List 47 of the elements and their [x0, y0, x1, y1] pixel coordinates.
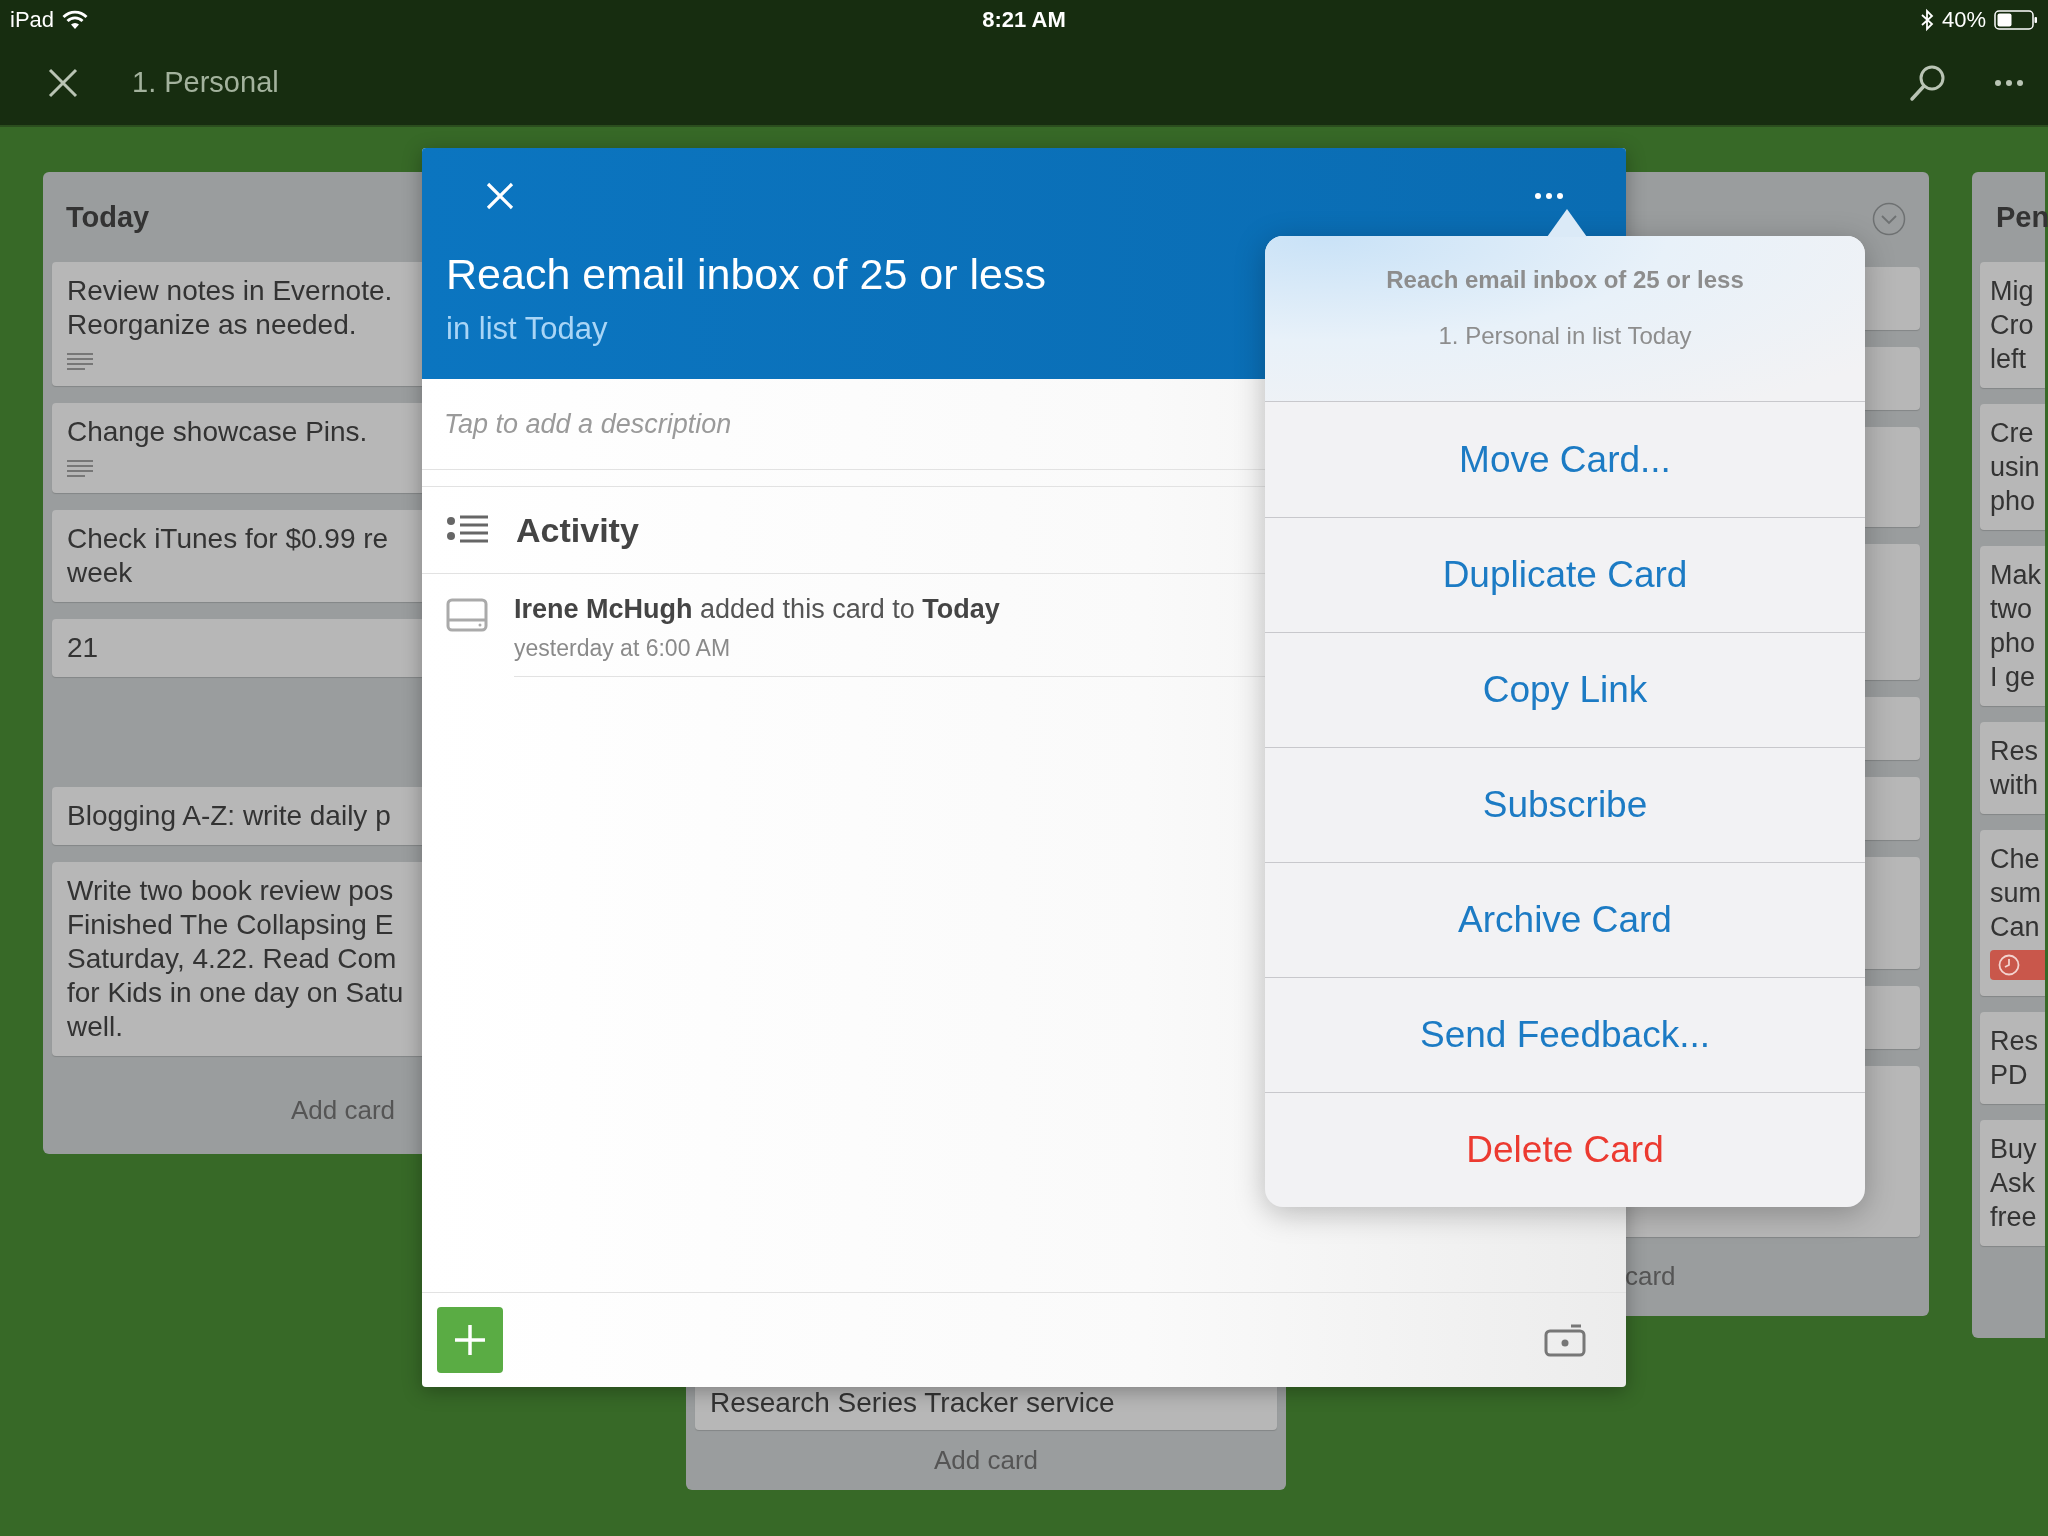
device-name: iPad: [10, 7, 55, 33]
clock-icon: [1998, 954, 2020, 976]
more-icon[interactable]: [1994, 78, 2024, 87]
battery-icon: [1994, 10, 2038, 30]
menu-item[interactable]: Send Feedback...: [1265, 977, 1865, 1092]
card-title: Mig Cro left: [1990, 275, 2034, 376]
card[interactable]: Buy Ask free: [1980, 1120, 2045, 1246]
list-name: in list Today: [446, 311, 608, 347]
clock-time: 8:21 AM: [982, 7, 1066, 33]
card[interactable]: Res with: [1980, 722, 2045, 814]
list-title: Today: [66, 200, 150, 234]
card[interactable]: Che sum Can: [1980, 830, 2045, 996]
menu-item[interactable]: Archive Card: [1265, 862, 1865, 977]
menu-item[interactable]: Copy Link: [1265, 632, 1865, 747]
close-icon[interactable]: [48, 67, 78, 98]
card-title: Che sum Can: [1990, 843, 2041, 944]
card-title: Write two book review pos Finished The Collapsing E Saturday, 4.22. Read Com for Kids in one day on Satu well.: [67, 874, 404, 1044]
wifi-icon: [62, 10, 89, 30]
more-icon[interactable]: [1534, 192, 1564, 200]
card-title: Res with: [1990, 735, 2038, 802]
add-button[interactable]: [437, 1307, 503, 1373]
card-title: Review notes in Evernote. Reorganize as needed.: [67, 274, 393, 342]
card-title: Research Series Tracker service: [710, 1386, 1115, 1420]
card[interactable]: Cre usin pho: [1980, 404, 2045, 530]
board-title: 1. Personal: [132, 66, 280, 99]
list-icon: [446, 514, 490, 546]
popover-title: Reach email inbox of 25 or less: [1386, 266, 1744, 294]
card[interactable]: Res PD: [1980, 1012, 2045, 1104]
popover-subtitle: 1. Personal in list Today: [1438, 322, 1692, 350]
card[interactable]: Mak two pho I ge: [1980, 546, 2045, 706]
card-title: Mak two pho I ge: [1990, 559, 2041, 694]
camera-icon[interactable]: [1544, 1323, 1586, 1357]
card[interactable]: Mig Cro left: [1980, 262, 2045, 388]
card-title: Buy Ask free: [1990, 1133, 2037, 1234]
card-title: 21: [67, 631, 99, 665]
card-title: Check iTunes for $0.99 re week: [67, 522, 389, 590]
menu-item[interactable]: Duplicate Card: [1265, 517, 1865, 632]
card-title: Change showcase Pins.: [67, 415, 368, 449]
battery-percentage: 40%: [1941, 7, 1986, 33]
plus-icon: [453, 1323, 487, 1357]
laptop-icon: [446, 598, 488, 632]
card-title: Cre usin pho: [1990, 417, 2040, 518]
card-title: Res PD: [1990, 1025, 2038, 1092]
bluetooth-icon: [1919, 8, 1934, 32]
menu-item[interactable]: Subscribe: [1265, 747, 1865, 862]
menu-item[interactable]: Delete Card: [1265, 1092, 1865, 1207]
card-title: Blogging A-Z: write daily p: [67, 799, 391, 833]
